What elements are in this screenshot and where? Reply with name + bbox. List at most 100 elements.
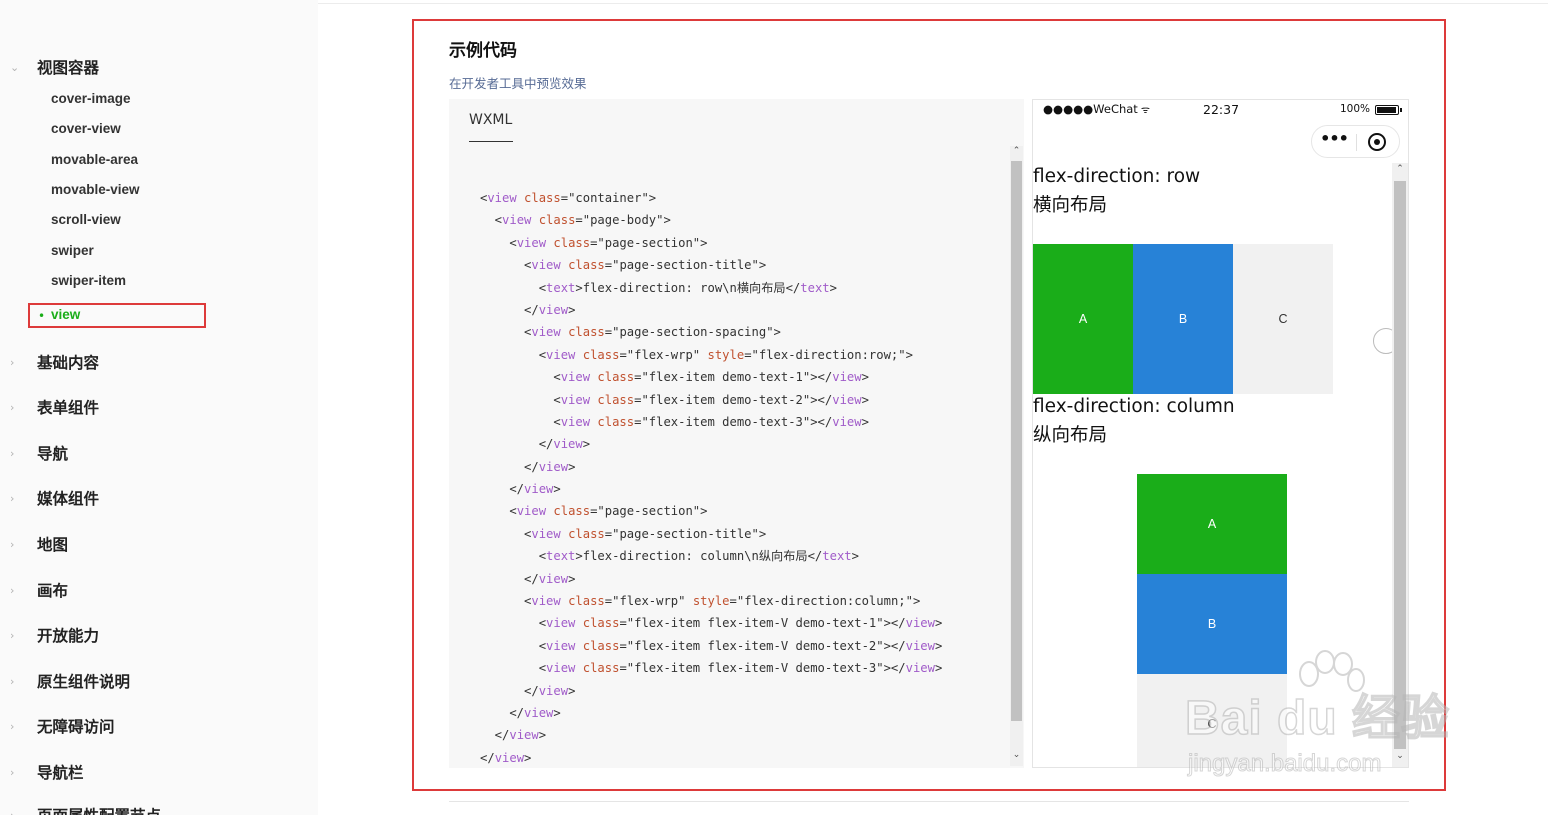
scroll-down-arrow-icon[interactable]: ⌄ xyxy=(1394,751,1406,761)
phone-preview: ●●●●●WeChat ᯤ 22:37 100% ••• flex-directi… xyxy=(1032,99,1409,768)
chevron-right-icon: › xyxy=(10,400,15,414)
code-line: <text>flex-direction: column\n纵向布局</text… xyxy=(480,549,859,564)
chevron-right-icon: › xyxy=(10,674,15,688)
sidebar-item-cover-view[interactable]: cover-view xyxy=(51,121,121,136)
sidebar-item-movable-view[interactable]: movable-view xyxy=(51,182,140,197)
preview-scrollbar-thumb[interactable] xyxy=(1394,181,1406,749)
column-section-subtitle: 纵向布局 xyxy=(1033,425,1108,446)
more-icon[interactable]: ••• xyxy=(1320,129,1349,148)
sidebar-group-label: 无障碍访问 xyxy=(37,718,115,736)
code-line: <view class="page-section"> xyxy=(480,235,708,250)
sidebar-group-media[interactable]: › 媒体组件 xyxy=(10,487,99,509)
status-battery-pct: 100% xyxy=(1340,103,1371,115)
code-line: <view class="flex-item flex-item-V demo-… xyxy=(480,616,943,631)
row-section-title: flex-direction: row xyxy=(1033,166,1201,187)
sidebar-group-form[interactable]: › 表单组件 xyxy=(10,396,99,418)
chevron-right-icon: › xyxy=(10,355,15,369)
code-line: <view class="container"> xyxy=(480,191,657,205)
chevron-right-icon: › xyxy=(10,808,15,815)
chevron-right-icon: › xyxy=(10,537,15,551)
sidebar-item-scroll-view[interactable]: scroll-view xyxy=(51,212,121,227)
column-item-b: B xyxy=(1137,574,1287,674)
tab-wxml[interactable]: WXML xyxy=(469,112,512,128)
status-carrier: ●●●●●WeChat ᯤ xyxy=(1043,102,1150,116)
chevron-right-icon: › xyxy=(10,628,15,642)
code-line: <view class="flex-item flex-item-V demo-… xyxy=(480,638,943,653)
battery-icon xyxy=(1375,105,1402,115)
tab-active-underline xyxy=(469,141,513,142)
sidebar-group-label: 开放能力 xyxy=(37,627,100,645)
mini-program-capsule: ••• xyxy=(1311,125,1400,158)
sidebar-group-map[interactable]: › 地图 xyxy=(10,533,68,555)
sidebar-group-native-components[interactable]: › 原生组件说明 xyxy=(10,670,130,692)
scroll-up-arrow-icon[interactable]: ⌃ xyxy=(1394,164,1406,174)
code-line: </view> xyxy=(480,459,576,474)
sidebar-group-view-containers[interactable]: ⌄ 视图容器 xyxy=(10,56,99,78)
wifi-icon: ᯤ xyxy=(1140,105,1150,116)
sidebar-group-navigation[interactable]: › 导航 xyxy=(10,442,68,464)
code-line: </view> xyxy=(480,750,532,765)
row-item-a: A xyxy=(1033,244,1133,394)
chevron-right-icon: › xyxy=(10,446,15,460)
code-line: </view> xyxy=(480,482,561,497)
sidebar: ⌄ 视图容器 cover-image cover-view movable-ar… xyxy=(0,0,318,815)
code-line: <view class="page-section-title"> xyxy=(480,258,767,273)
row-section-subtitle: 横向布局 xyxy=(1033,195,1108,216)
sidebar-item-view-active[interactable]: • view xyxy=(28,303,206,328)
sidebar-group-label: 表单组件 xyxy=(37,399,100,417)
sidebar-group-label: 页面属性配置节点 xyxy=(37,804,161,815)
code-line: </view> xyxy=(480,705,561,720)
code-line: <text>flex-direction: row\n横向布局</text> xyxy=(480,280,837,295)
sidebar-group-label: 导航栏 xyxy=(37,764,84,782)
row-item-c: C xyxy=(1233,244,1333,394)
code-panel: WXML <view class="container"> <view clas… xyxy=(449,99,1024,768)
chevron-right-icon: › xyxy=(10,719,15,733)
sidebar-item-swiper[interactable]: swiper xyxy=(51,243,94,258)
sidebar-item-swiper-item[interactable]: swiper-item xyxy=(51,273,126,288)
chevron-right-icon: › xyxy=(10,491,15,505)
chevron-right-icon: › xyxy=(10,583,15,597)
code-line: <view class="flex-item demo-text-2"></vi… xyxy=(480,392,869,407)
carrier-text: ●●●●●WeChat xyxy=(1043,102,1138,116)
sidebar-item-movable-area[interactable]: movable-area xyxy=(51,152,138,167)
column-item-a: A xyxy=(1137,474,1287,574)
sidebar-group-label: 媒体组件 xyxy=(37,490,100,508)
sidebar-item-cover-image[interactable]: cover-image xyxy=(51,91,131,106)
sidebar-group-basic-content[interactable]: › 基础内容 xyxy=(10,351,99,373)
scroll-down-arrow-icon[interactable]: ⌄ xyxy=(1011,750,1022,760)
code-line: <view class="page-section-title"> xyxy=(480,526,767,541)
code-block: <view class="container"> <view class="pa… xyxy=(480,187,942,769)
code-line: <view class="flex-item demo-text-3"></vi… xyxy=(480,414,869,429)
chevron-down-icon: ⌄ xyxy=(10,60,20,74)
code-line: <view class="page-body"> xyxy=(480,213,671,228)
code-scrollbar[interactable]: ⌃ ⌄ xyxy=(1010,146,1023,766)
code-line: </view> xyxy=(480,302,576,317)
row-item-b: B xyxy=(1133,244,1233,394)
sidebar-group-canvas[interactable]: › 画布 xyxy=(10,579,68,601)
chevron-right-icon: › xyxy=(10,765,15,779)
sidebar-group-accessibility[interactable]: › 无障碍访问 xyxy=(10,715,115,737)
sidebar-group-navigation-bar[interactable]: › 导航栏 xyxy=(10,761,84,783)
code-scrollbar-thumb[interactable] xyxy=(1011,161,1022,721)
sidebar-group-page-config[interactable]: › 页面属性配置节点 xyxy=(10,804,161,815)
sidebar-group-label: 基础内容 xyxy=(37,354,100,372)
preview-in-devtools-link[interactable]: 在开发者工具中预览效果 xyxy=(449,73,587,92)
capsule-divider xyxy=(1356,134,1357,151)
sidebar-group-label: 地图 xyxy=(37,536,69,554)
preview-scrollbar[interactable]: ⌃ ⌄ xyxy=(1392,163,1408,767)
sidebar-group-label: 视图容器 xyxy=(37,59,100,77)
code-line: </view> xyxy=(480,437,591,452)
sidebar-group-label: 画布 xyxy=(37,582,69,600)
code-line: </view> xyxy=(480,571,576,586)
close-target-icon[interactable] xyxy=(1368,133,1386,151)
sidebar-group-label: 原生组件说明 xyxy=(37,673,131,691)
code-line: <view class="flex-item flex-item-V demo-… xyxy=(480,661,943,676)
code-line: </view> xyxy=(480,728,547,743)
code-line: </view> xyxy=(480,683,576,698)
sidebar-item-label: view xyxy=(51,307,81,322)
bottom-divider xyxy=(449,801,1409,802)
scroll-up-arrow-icon[interactable]: ⌃ xyxy=(1011,146,1022,156)
sidebar-group-label: 导航 xyxy=(37,445,69,463)
sidebar-group-open-abilities[interactable]: › 开放能力 xyxy=(10,624,99,646)
code-line: <view class="page-section-spacing"> xyxy=(480,325,781,340)
